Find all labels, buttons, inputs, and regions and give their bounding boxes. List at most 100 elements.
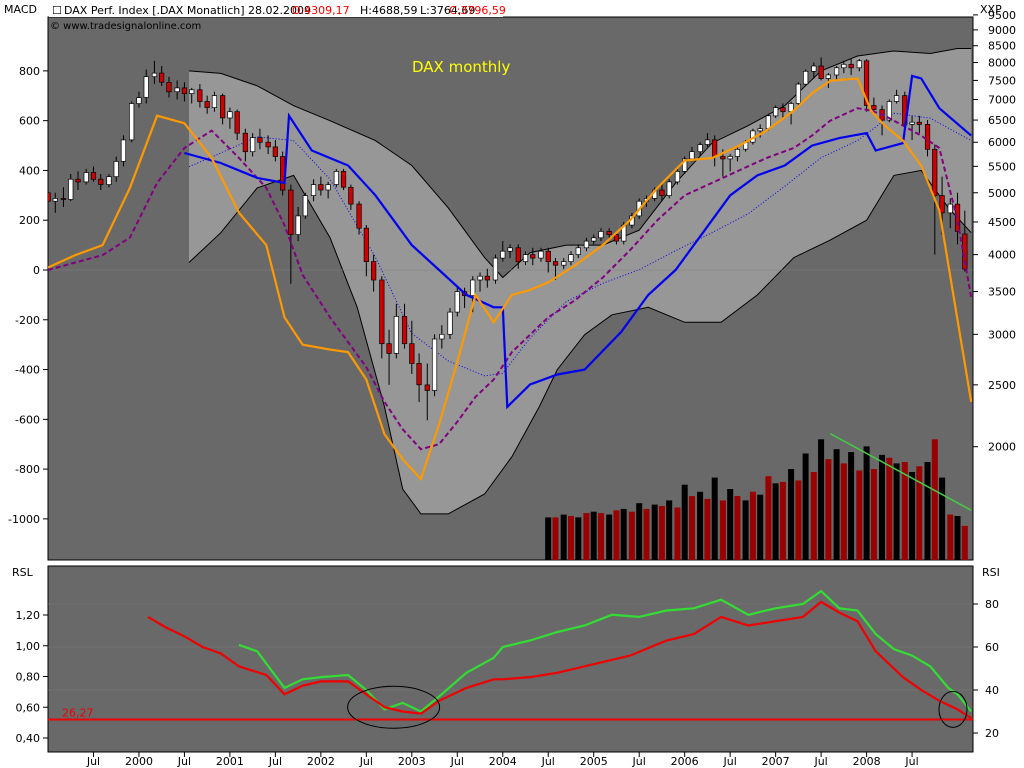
volume-bar [704,498,711,560]
candle-up [697,144,703,153]
volume-bar [552,517,559,560]
candle-down [386,343,392,354]
volume-bar [779,481,786,560]
candle-down [848,63,854,69]
candle-up [189,89,195,94]
candle-down [204,101,210,108]
macd-tick-label: -600 [15,413,40,426]
candle-up [492,257,499,281]
candle-down [379,279,385,345]
rsi-tick-label: 60 [985,641,999,654]
candle-down [166,81,172,93]
instrument-marker: ☐ [52,4,62,17]
volume-bar [788,469,795,560]
price-tick-label: 9500 [988,9,1016,22]
volume-bar [795,480,802,560]
volume-bar [765,476,772,560]
volume-bar [947,514,954,560]
candle-down [220,95,226,119]
rsi-axis-label: RSI [982,566,1000,579]
x-tick-label: 2007 [762,755,790,768]
volume-bar [742,500,749,560]
candle-down [424,384,430,391]
candle-up [470,279,476,296]
price-tick-label: 8500 [988,40,1016,53]
volume-bar [961,525,968,560]
candle-up [522,254,529,262]
macd-tick-label: 800 [19,65,40,78]
candle-up [129,103,135,141]
volume-bar [893,463,900,560]
volume-bar [818,439,825,560]
x-tick-label: 2002 [307,755,335,768]
candle-up [538,250,544,259]
volume-bar [575,517,582,560]
macd-tick-label: 200 [19,214,40,227]
chart-title: DAX monthly [412,58,510,76]
rsl-tick-label: 0,80 [16,671,41,684]
candle-up [795,83,801,104]
volume-bar [848,452,855,560]
volume-bar [643,508,650,560]
volume-bar [954,516,961,560]
volume-bar [833,449,840,560]
candle-down [720,156,726,160]
candle-up [325,184,331,191]
rsl-tick-label: 0,60 [16,701,41,714]
candle-up [333,171,339,185]
x-tick-label: 2008 [853,755,881,768]
candle-down [515,247,521,263]
instrument-title: DAX Perf. Index [.DAX Monatlich] 28.02.2… [64,4,311,17]
candle-down [606,231,612,235]
rsi-panel [47,565,974,753]
price-tick-label: 2500 [988,379,1016,392]
macd-tick-label: -1000 [8,513,40,526]
candle-down [272,146,278,157]
candle-up [583,240,590,249]
rsl-tick-label: 0,40 [16,732,41,745]
price-tick-label: 9000 [988,24,1016,37]
high-value: H:4688,59 [360,4,417,17]
candle-down [416,363,422,386]
candle-down [348,186,354,205]
candle-up [227,111,233,119]
candle-up [561,261,567,266]
volume-bar [840,463,847,560]
candle-up [841,63,847,69]
rsi-tick-label: 20 [985,727,999,740]
volume-bar [568,516,574,560]
price-tick-label: 2000 [988,441,1016,454]
candle-up [598,231,604,239]
volume-bar [901,462,908,560]
volume-bar [879,454,885,560]
x-tick-label: Jul [541,755,555,768]
price-tick-label: 4500 [988,216,1016,229]
volume-bar [560,514,567,560]
candle-down [288,189,294,235]
candle-up [439,333,445,340]
candle-up [909,121,915,125]
candle-up [825,74,831,79]
volume-bar [628,511,635,560]
volume-bar [719,500,726,560]
candle-up [727,156,733,160]
candle-down [265,141,271,148]
x-tick-label: Jul [359,755,373,768]
volume-bar [681,484,688,560]
candle-up [310,184,317,196]
candle-down [340,171,347,188]
candle-up [174,87,180,93]
x-tick-label: 2001 [216,755,244,768]
candle-down [712,139,718,157]
macd-tick-label: -400 [15,364,40,377]
candle-down [530,254,536,259]
candle-up [143,76,149,98]
candle-down [371,261,377,281]
x-tick-label: Jul [268,755,282,768]
macd-axis-label: MACD [4,3,37,16]
volume-bar [863,446,870,560]
candle-down [924,124,931,150]
source-credit: © www.tradesignalonline.com [50,21,201,32]
candle-up [773,107,779,117]
candle-up [52,198,58,202]
